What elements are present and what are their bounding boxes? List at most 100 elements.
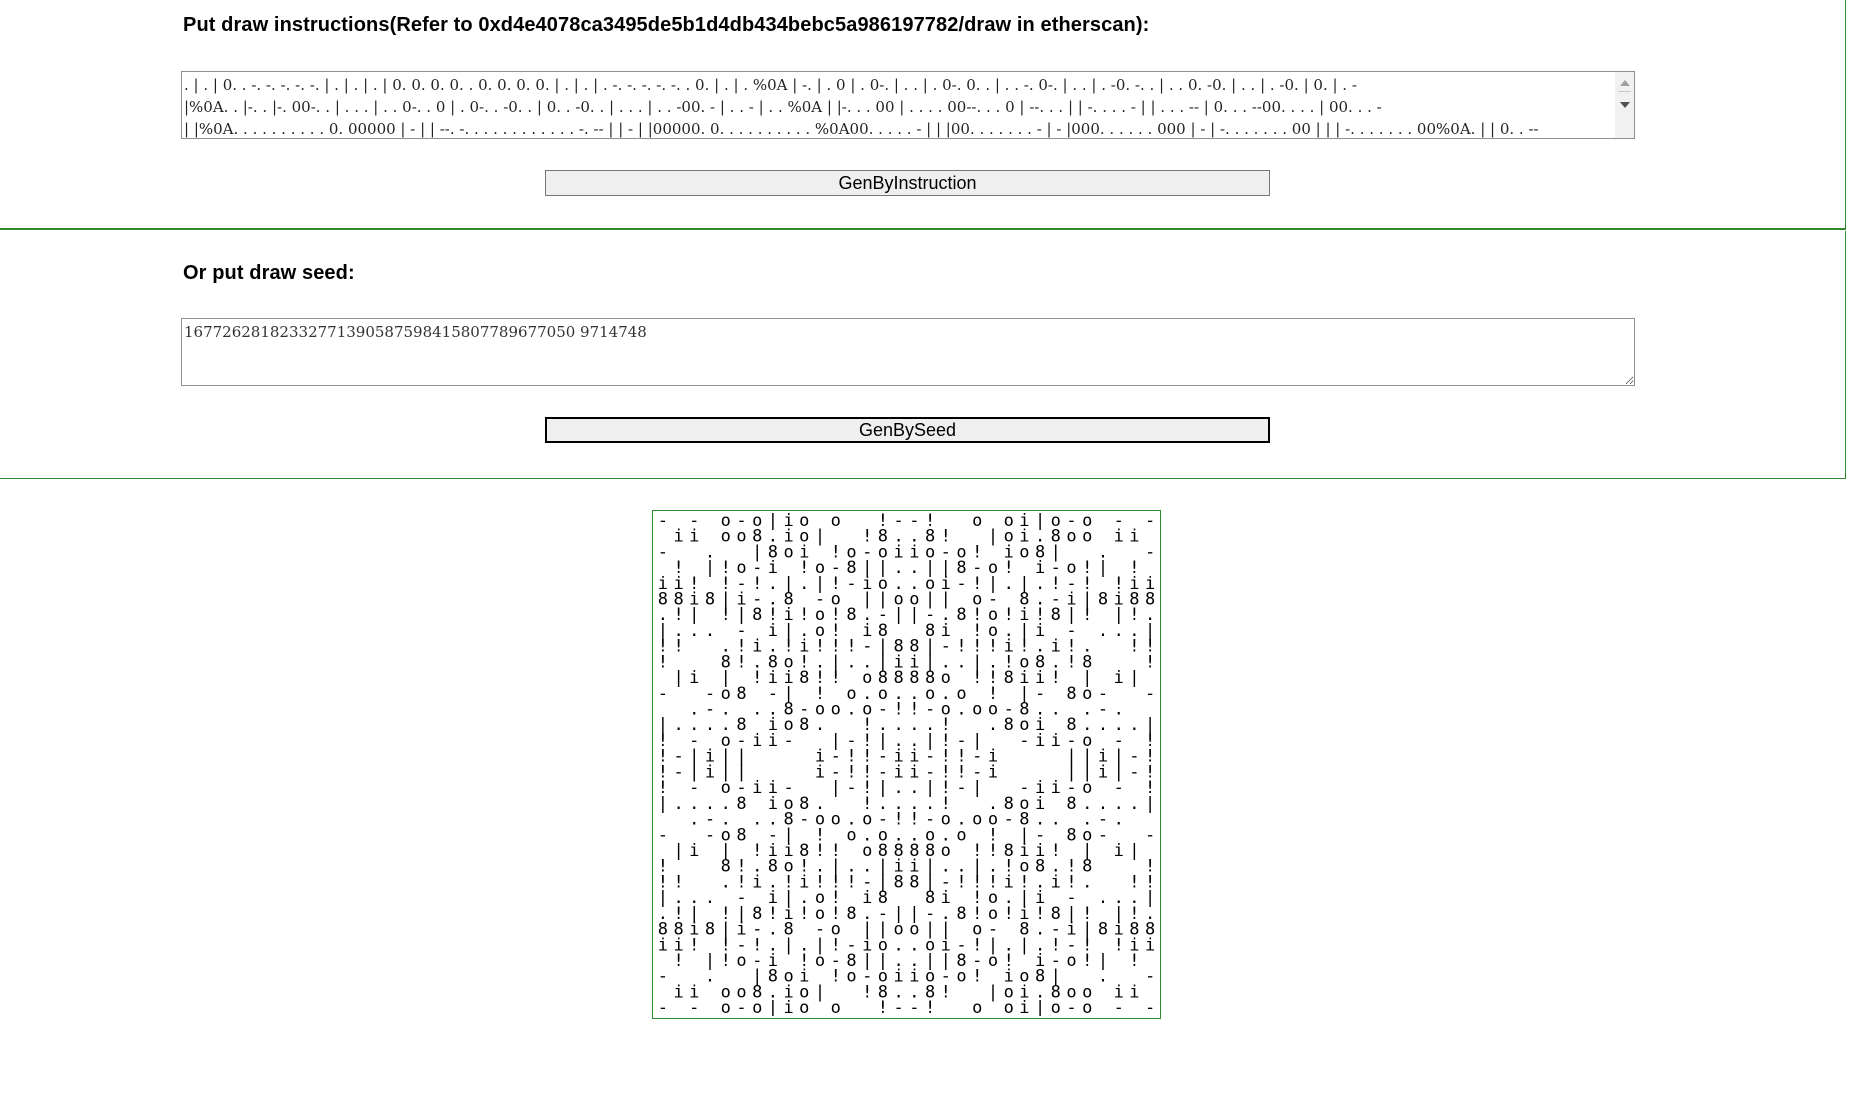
scroll-thumb[interactable] [1618, 91, 1631, 92]
scroll-up-arrow-icon[interactable] [1620, 80, 1630, 86]
art-glyph: o [1066, 951, 1076, 971]
art-glyph: - [909, 998, 919, 1016]
drawing-canvas: - - o - o | i o o! - -! o o i | o - o - - i i o o 8. i o |! 8.. 8! | o i… [652, 510, 1161, 1019]
art-glyph: 8 [736, 794, 746, 814]
art-glyph: - [1145, 684, 1155, 704]
art-glyph: . [799, 574, 809, 594]
art-glyph: | [1129, 841, 1139, 861]
art-glyph: - [689, 998, 699, 1016]
art-glyph: . [846, 652, 856, 672]
art-glyph: ! [1051, 668, 1061, 688]
art-glyph: . [815, 715, 825, 735]
art-glyph: o [799, 998, 809, 1016]
art-glyph: o [1051, 998, 1061, 1016]
art-glyph: ! [862, 983, 872, 1003]
art-glyph: i [783, 998, 793, 1016]
art-glyph: o [831, 513, 841, 531]
art-glyph: 8 [909, 872, 919, 892]
art-glyph: - [705, 825, 715, 845]
art-glyph: - [1066, 998, 1076, 1016]
art-glyph: i [752, 778, 762, 798]
art-glyph: 8 [1004, 668, 1014, 688]
seed-textarea[interactable] [181, 318, 1635, 386]
art-glyph: - [1145, 542, 1155, 562]
art-glyph: i [1129, 983, 1139, 1003]
art-glyph: i [1114, 668, 1124, 688]
art-glyph: ! [831, 668, 841, 688]
art-glyph: ! [831, 967, 841, 987]
art-glyph: i [768, 731, 778, 751]
art-glyph: | [893, 605, 903, 625]
art-glyph: 8 [893, 872, 903, 892]
art-glyph: . [705, 621, 715, 641]
art-glyph: | [1035, 998, 1045, 1016]
art-glyph: - [658, 684, 668, 704]
art-glyph: o [831, 810, 841, 830]
gen-by-instruction-button[interactable]: GenByInstruction [545, 170, 1270, 196]
gen-by-seed-button[interactable]: GenBySeed [545, 417, 1270, 443]
art-glyph: o [831, 998, 841, 1016]
art-glyph: ! [972, 967, 982, 987]
art-glyph: i [689, 668, 699, 688]
art-glyph: o [831, 700, 841, 720]
seed-panel: Or put draw seed: GenBySeed [0, 231, 1846, 479]
art-glyph: i [752, 731, 762, 751]
scroll-down-arrow-icon[interactable] [1620, 102, 1630, 108]
art-glyph: . [721, 872, 731, 892]
art-glyph: o [1004, 998, 1014, 1016]
art-glyph: o [721, 998, 731, 1016]
art-glyph: o [846, 967, 856, 987]
art-glyph: i [1051, 872, 1061, 892]
art-glyph: . [956, 700, 966, 720]
art-glyph: o [1066, 527, 1076, 547]
art-glyph: o [972, 998, 982, 1016]
art-glyph: o [1019, 542, 1029, 562]
art-glyph: o [972, 513, 982, 531]
art-glyph: 8 [799, 715, 809, 735]
art-glyph: - [1114, 998, 1124, 1016]
art-glyph: ! [1114, 935, 1124, 955]
art-glyph: i [1114, 841, 1124, 861]
art-glyph: - [658, 542, 668, 562]
art-glyph: ! [925, 998, 935, 1016]
art-glyph: o [972, 700, 982, 720]
art-glyph: - [893, 998, 903, 1016]
art-glyph: - [956, 778, 966, 798]
art-glyph: - [1019, 731, 1029, 751]
instructions-scrollbar[interactable] [1615, 72, 1634, 138]
art-glyph: . [1098, 621, 1108, 641]
art-glyph: ! [799, 904, 809, 924]
art-glyph: o [956, 967, 966, 987]
instructions-textarea[interactable] [181, 71, 1635, 139]
art-glyph: ! [752, 668, 762, 688]
art-glyph: ! [972, 668, 982, 688]
art-glyph: - [1145, 513, 1155, 531]
art-glyph: | [1145, 794, 1155, 814]
art-glyph: . [1098, 967, 1108, 987]
art-glyph: o [783, 542, 793, 562]
art-glyph: . [1129, 794, 1139, 814]
art-glyph: o [721, 527, 731, 547]
seed-heading: Or put draw seed: [183, 262, 355, 284]
art-glyph: | [783, 935, 793, 955]
art-glyph: ! [1129, 951, 1139, 971]
art-glyph: ! [956, 872, 966, 892]
art-glyph: . [752, 700, 762, 720]
art-glyph: i [673, 527, 683, 547]
art-glyph: - [1004, 810, 1014, 830]
art-glyph: . [705, 715, 715, 735]
art-glyph: . [1051, 700, 1061, 720]
art-glyph: 8 [736, 684, 746, 704]
art-glyph: i [1129, 527, 1139, 547]
art-glyph: o [815, 951, 825, 971]
art-glyph: - [658, 967, 668, 987]
art-glyph: . [988, 715, 998, 735]
art-glyph: ! [1145, 652, 1155, 672]
art-glyph: . [1098, 888, 1108, 908]
art-glyph: i [1019, 998, 1029, 1016]
art-glyph: | [658, 794, 668, 814]
art-glyph: ! [941, 983, 951, 1003]
art-glyph: i [1145, 935, 1155, 955]
art-glyph: - [658, 513, 668, 531]
art-glyph: - [1129, 762, 1139, 782]
